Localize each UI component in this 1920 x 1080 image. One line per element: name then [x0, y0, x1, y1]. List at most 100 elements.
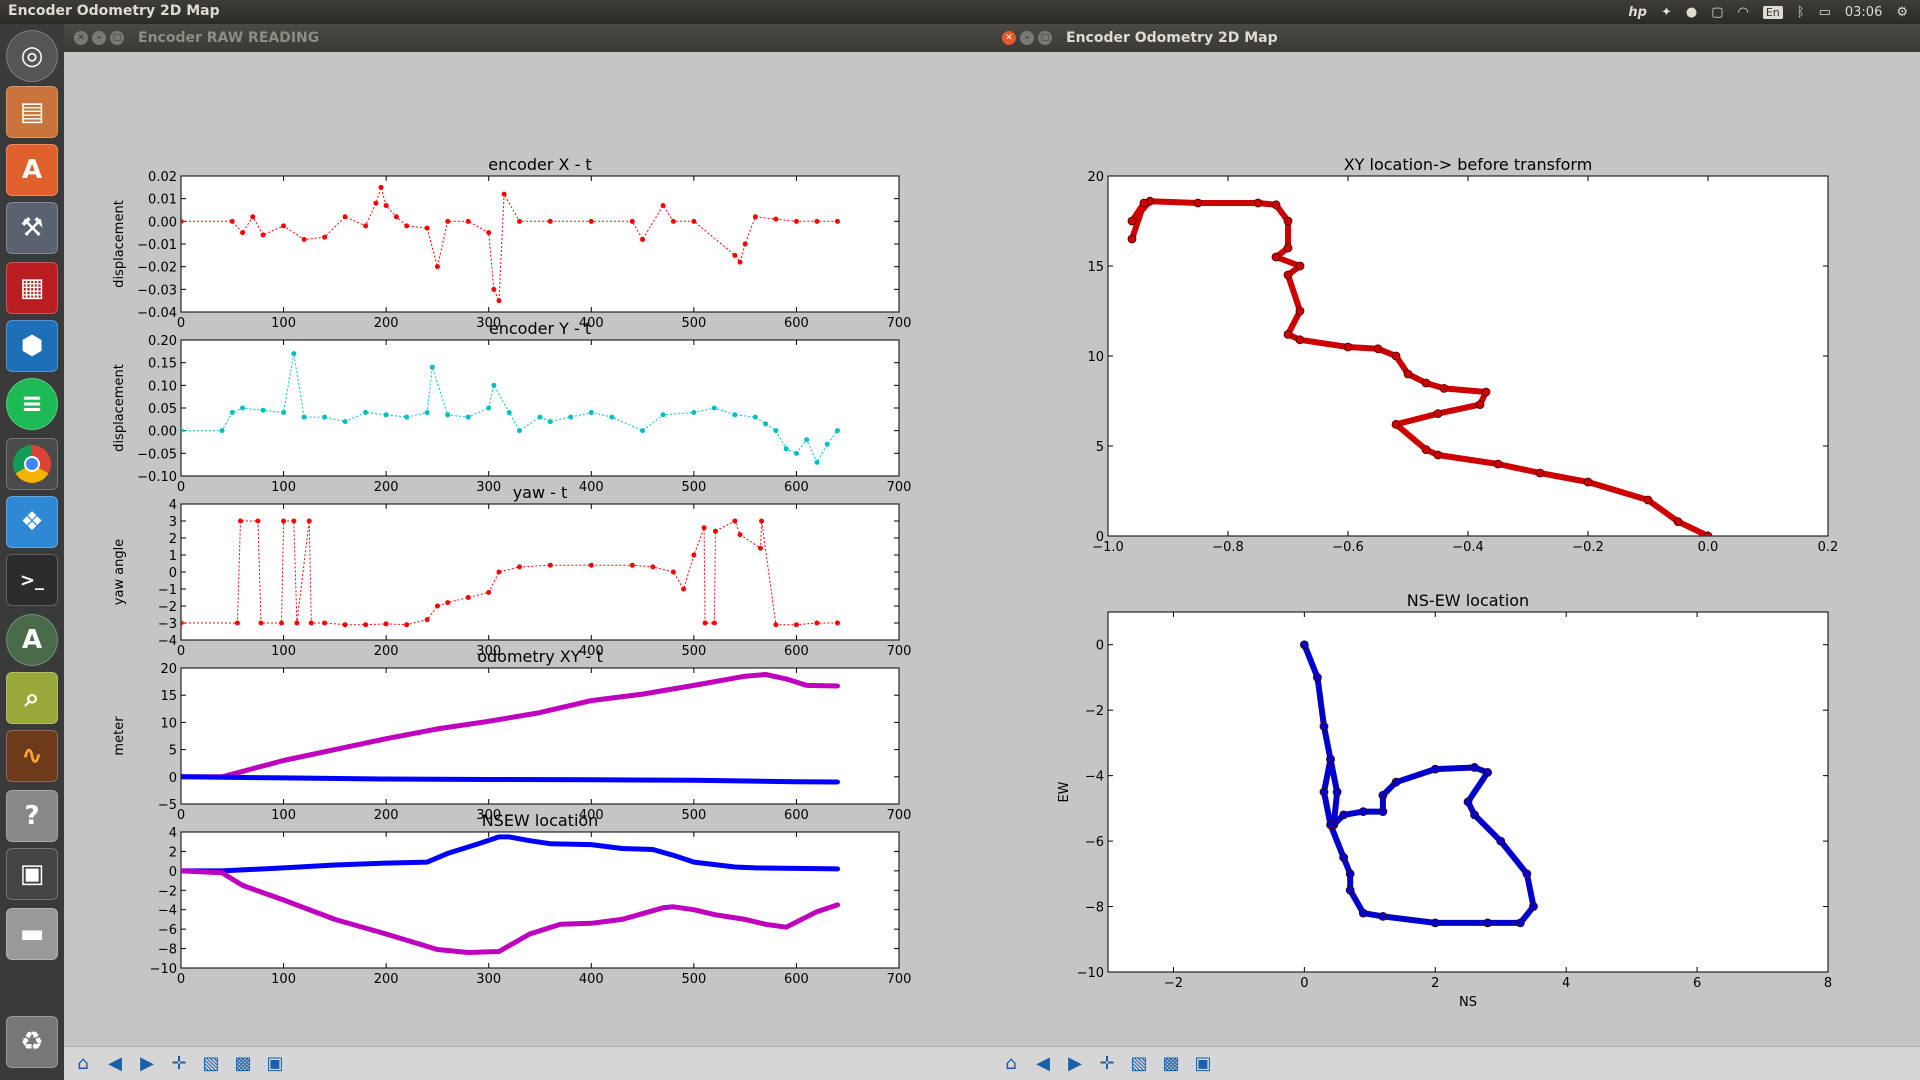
right-window-titlebar[interactable]: ✕ – □ Encoder Odometry 2D Map — [992, 24, 1920, 52]
data-point — [445, 600, 451, 606]
data-point — [773, 622, 779, 628]
bluetooth-icon[interactable]: ᛒ — [1797, 5, 1805, 20]
minimize-icon[interactable]: – — [1020, 31, 1034, 45]
x-tick-label: 500 — [681, 316, 706, 331]
data-point — [1391, 777, 1401, 787]
chart-3: odometry XY - t0 100 200 300 400 500 600 700201… — [112, 647, 911, 823]
y-tick-label: 5 — [1096, 440, 1104, 455]
chart-title: odometry XY - t — [477, 647, 603, 666]
notification-icon[interactable]: ▢ — [1711, 5, 1723, 20]
y-tick-label: 3 — [169, 515, 177, 530]
y-tick-label: 0.00 — [148, 215, 177, 230]
x-tick-label: 200 — [374, 644, 399, 659]
data-point — [547, 419, 553, 425]
system-settings-icon[interactable]: ⚒ — [6, 202, 58, 254]
keyboard-language-indicator[interactable]: En — [1762, 5, 1783, 19]
y-tick-label: 0.15 — [148, 357, 177, 372]
trash-icon[interactable]: ♻ — [6, 1016, 58, 1068]
y-tick-label: 0.20 — [148, 334, 177, 349]
forward-icon[interactable]: ▶ — [1062, 1051, 1088, 1077]
y-tick-label: 0 — [169, 865, 177, 880]
forward-icon[interactable]: ▶ — [134, 1051, 160, 1077]
data-point — [181, 620, 184, 626]
x-tick-label: 500 — [681, 972, 706, 987]
chrome-icon[interactable] — [6, 438, 58, 490]
zoom-icon[interactable]: ▧ — [1126, 1051, 1152, 1077]
y-tick-label: −4 — [158, 634, 177, 649]
data-point — [670, 218, 676, 224]
dropbox-tray-icon[interactable]: ✦ — [1661, 5, 1672, 20]
data-point — [429, 364, 435, 370]
back-icon[interactable]: ◀ — [1030, 1051, 1056, 1077]
back-icon[interactable]: ◀ — [102, 1051, 128, 1077]
battery-icon[interactable]: ▭ — [1819, 5, 1831, 20]
data-point — [322, 414, 328, 420]
software-center-icon[interactable]: A — [6, 144, 58, 196]
spotify-icon[interactable]: ≡ — [6, 378, 58, 430]
data-point — [281, 518, 287, 524]
red-app-icon[interactable]: ▦ — [6, 262, 58, 314]
system-tray: hp ✦ ● ▢ ◠ En ᛒ ▭ 03:06 ⚙ — [1628, 0, 1908, 24]
data-point — [783, 446, 789, 452]
y-tick-label: 2 — [169, 845, 177, 860]
minimize-icon[interactable]: – — [92, 31, 106, 45]
data-point — [506, 410, 512, 416]
pan-icon[interactable]: ✛ — [1094, 1051, 1120, 1077]
data-point — [824, 441, 830, 447]
plot-area — [180, 175, 900, 313]
image-viewer-icon[interactable]: ⌕ — [6, 672, 58, 724]
left-window-titlebar[interactable]: ✕ – □ Encoder RAW READING — [64, 24, 992, 52]
close-icon[interactable]: ✕ — [1002, 31, 1016, 45]
y-tick-label: −0.02 — [137, 261, 177, 276]
data-point — [1345, 885, 1355, 895]
data-point — [773, 428, 779, 434]
data-point — [1463, 797, 1473, 807]
data-point — [588, 410, 594, 416]
drive-icon[interactable]: ▬ — [6, 908, 58, 960]
vscode-icon[interactable]: ⬢ — [6, 320, 58, 372]
data-point — [1295, 306, 1305, 316]
oscilloscope-icon[interactable]: ∿ — [6, 730, 58, 782]
home-icon[interactable]: ⌂ — [998, 1051, 1024, 1077]
wifi-icon[interactable]: ◠ — [1738, 5, 1749, 20]
data-point — [491, 382, 497, 388]
data-point — [814, 459, 820, 465]
data-point — [393, 214, 399, 220]
maximize-icon[interactable]: □ — [1038, 31, 1052, 45]
configure-subplots-icon[interactable]: ▩ — [230, 1051, 256, 1077]
x-tick-label: 4 — [1562, 976, 1570, 991]
y-tick-label: 0.05 — [148, 402, 177, 417]
data-point — [742, 241, 748, 247]
power-gear-icon[interactable]: ⚙ — [1896, 5, 1908, 20]
odometry-map-figure: XY location-> before transform−1.0 −0.8 −0… — [1057, 155, 1838, 1010]
x-tick-label: 700 — [887, 316, 912, 331]
workspace-switcher-icon[interactable]: ▣ — [6, 848, 58, 900]
data-point — [1378, 790, 1388, 800]
clock[interactable]: 03:06 — [1845, 5, 1882, 20]
configure-subplots-icon[interactable]: ▩ — [1158, 1051, 1184, 1077]
pan-icon[interactable]: ✛ — [166, 1051, 192, 1077]
x-tick-label: 0 — [177, 480, 185, 495]
x-tick-label: −0.4 — [1452, 540, 1484, 555]
data-point — [383, 202, 389, 208]
ubuntu-dash-icon[interactable]: ◎ — [6, 30, 58, 82]
files-icon[interactable]: ▤ — [6, 86, 58, 138]
x-tick-label: 0 — [1300, 976, 1308, 991]
home-icon[interactable]: ⌂ — [70, 1051, 96, 1077]
data-point — [793, 218, 799, 224]
maximize-icon[interactable]: □ — [110, 31, 124, 45]
close-icon[interactable]: ✕ — [74, 31, 88, 45]
help-icon[interactable]: ? — [6, 790, 58, 842]
software-updater-icon[interactable]: A — [6, 614, 58, 666]
data-point — [629, 218, 635, 224]
data-point — [814, 620, 820, 626]
save-icon[interactable]: ▣ — [1190, 1051, 1216, 1077]
chrome-tray-icon[interactable]: ● — [1686, 5, 1697, 20]
terminal-icon[interactable]: >_ — [6, 554, 58, 606]
zoom-icon[interactable]: ▧ — [198, 1051, 224, 1077]
active-app-title: Encoder Odometry 2D Map — [8, 3, 220, 19]
hp-icon[interactable]: hp — [1628, 5, 1647, 20]
save-icon[interactable]: ▣ — [262, 1051, 288, 1077]
dropbox-icon[interactable]: ❖ — [6, 496, 58, 548]
plot-area — [1107, 175, 1829, 537]
